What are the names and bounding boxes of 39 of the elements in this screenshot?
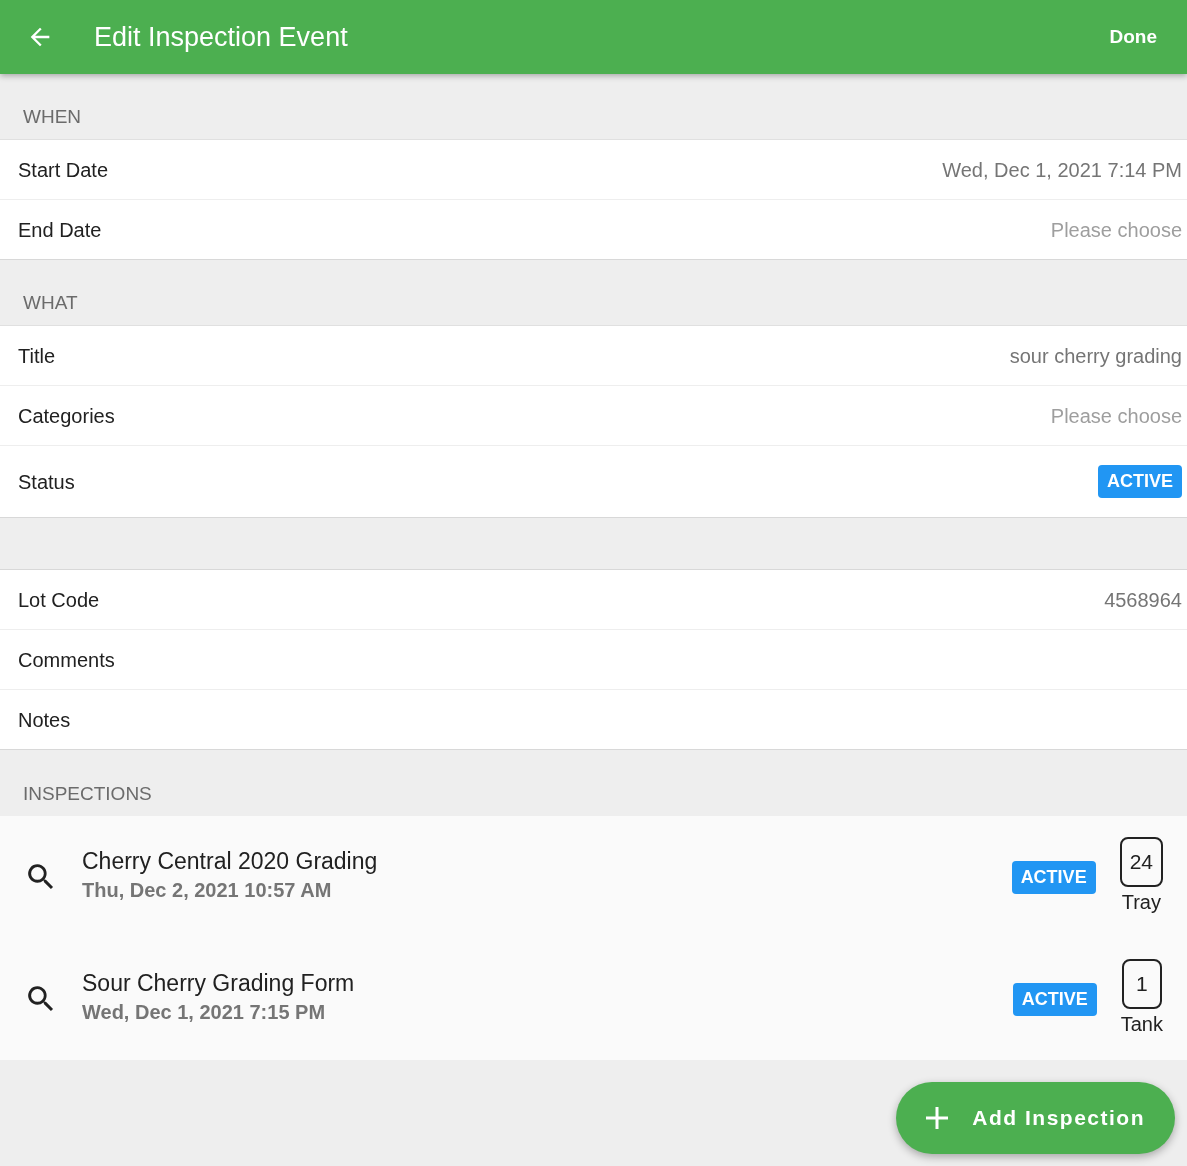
form-row[interactable]: Start Date Wed, Dec 1, 2021 7:14 PM: [0, 140, 1187, 200]
form-row[interactable]: Status ACTIVE: [0, 446, 1187, 518]
count-box: 24: [1119, 837, 1163, 887]
field-label: Status: [18, 469, 75, 495]
field-label: Title: [18, 343, 56, 369]
field-value: sour cherry grading: [1009, 343, 1182, 369]
form-row[interactable]: End Date Please choose: [0, 200, 1187, 260]
field-label: Start Date: [18, 157, 109, 183]
unit-label: Tray: [1121, 890, 1161, 915]
inspection-row[interactable]: Sour Cherry Grading Form Wed, Dec 1, 2021 7:15 PM ACTIVE 1 Tank: [0, 938, 1187, 1060]
form-row[interactable]: Title sour cherry grading: [0, 326, 1187, 386]
section-header: WHAT: [23, 290, 78, 315]
section-header: INSPECTIONS: [23, 781, 152, 806]
form-row[interactable]: Lot Code 4568964: [0, 570, 1187, 630]
field-placeholder: Please choose: [1050, 403, 1182, 429]
inspection-date: Thu, Dec 2, 2021 10:57 AM: [82, 877, 332, 903]
inspection-date: Wed, Dec 1, 2021 7:15 PM: [82, 999, 326, 1025]
field-label: Comments: [18, 647, 115, 673]
field-label: Categories: [18, 403, 115, 429]
count-box: 1: [1121, 959, 1162, 1009]
field-value: Wed, Dec 1, 2021 7:14 PM: [942, 157, 1182, 183]
status-badge: ACTIVE: [1012, 982, 1097, 1016]
status-badge: ACTIVE: [1098, 465, 1182, 498]
field-label: End Date: [18, 217, 102, 243]
plus-icon: [926, 1107, 949, 1129]
section-header: WHEN: [23, 104, 82, 129]
form-row[interactable]: Comments: [0, 630, 1187, 690]
inspection-row[interactable]: Cherry Central 2020 Grading Thu, Dec 2, 2021 10:57 AM ACTIVE 24 Tray: [0, 816, 1187, 938]
field-label: Notes: [18, 707, 71, 733]
unit-label: Tank: [1120, 1012, 1163, 1037]
screen-title: Edit Inspection Event: [94, 20, 349, 54]
form-row[interactable]: Notes: [0, 690, 1187, 750]
inspection-name: Cherry Central 2020 Grading: [82, 849, 378, 875]
field-placeholder: Please choose: [1050, 217, 1182, 243]
inspection-name: Sour Cherry Grading Form: [82, 971, 355, 997]
field-label: Lot Code: [18, 587, 100, 613]
field-value: 4568964: [1104, 587, 1182, 613]
status-badge: ACTIVE: [1011, 860, 1096, 894]
form-row[interactable]: Categories Please choose: [0, 386, 1187, 446]
